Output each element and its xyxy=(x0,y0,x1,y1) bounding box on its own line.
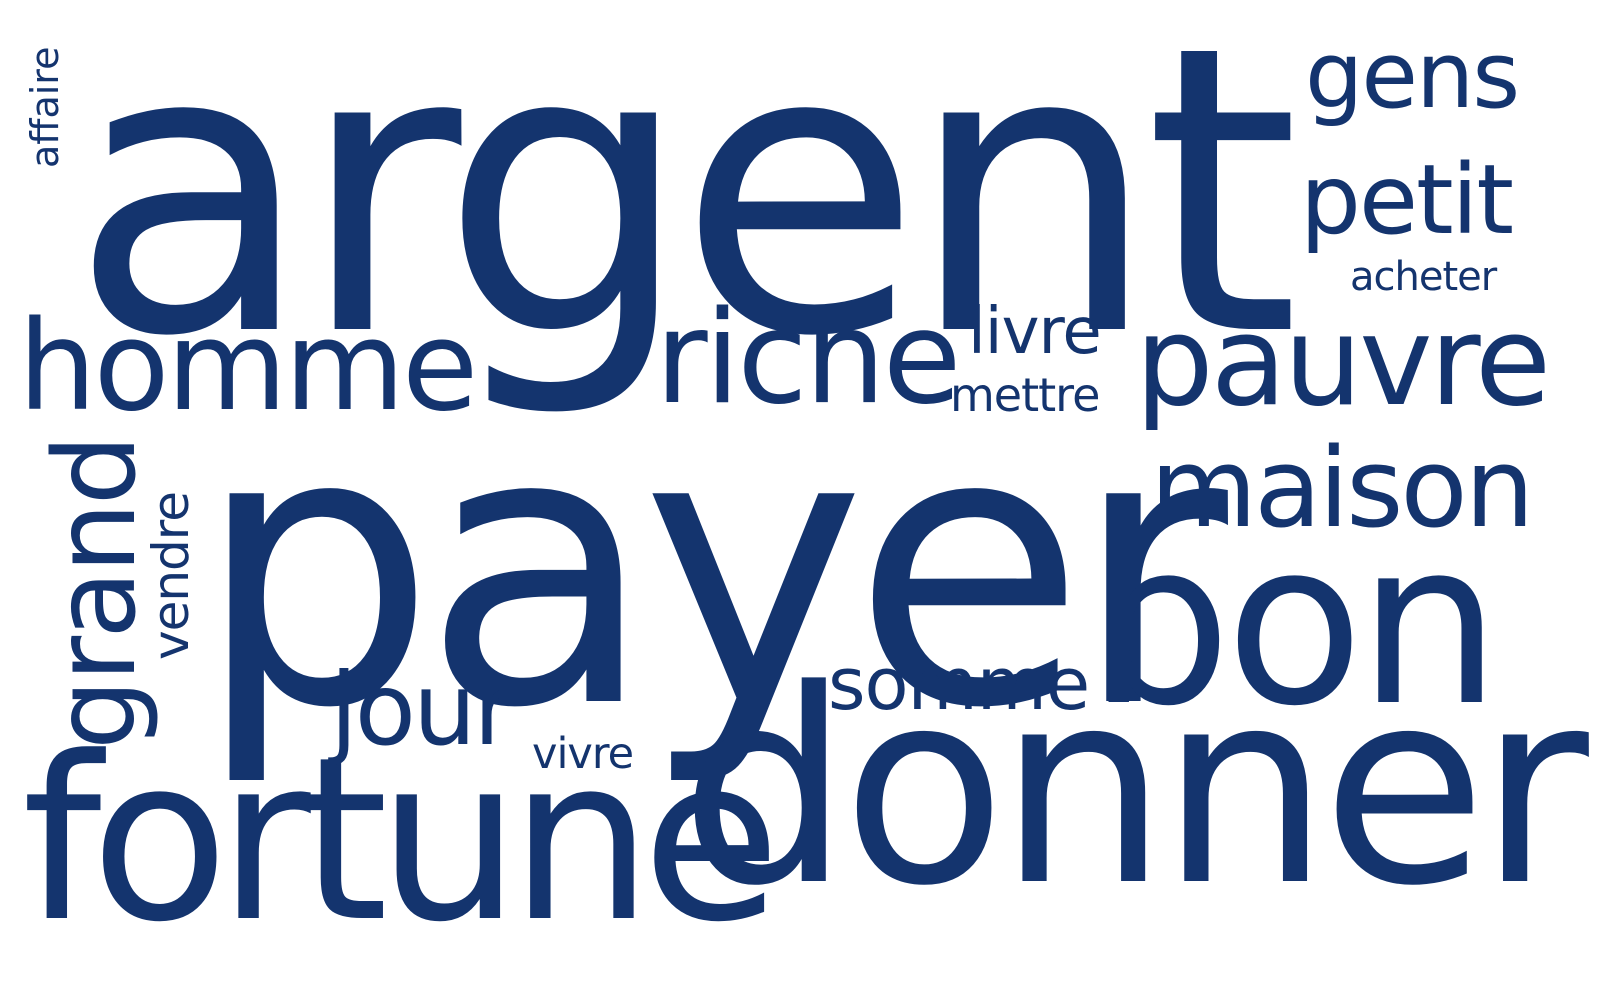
word-vendre: vendre xyxy=(142,492,200,660)
word-cloud: argent payer donner fortune bon pauvre r… xyxy=(0,0,1600,1000)
word-grand: grand xyxy=(31,437,161,750)
word-livre: livre xyxy=(968,295,1102,369)
word-riche: riche xyxy=(655,284,961,433)
word-acheter: acheter xyxy=(1350,254,1497,300)
word-petit: petit xyxy=(1300,144,1514,256)
word-somme: somme xyxy=(828,642,1090,726)
word-maison: maison xyxy=(1150,424,1534,552)
word-jour: jour xyxy=(330,651,514,768)
word-vivre: vivre xyxy=(532,729,634,779)
word-affaire: affaire xyxy=(23,46,67,168)
word-homme: homme xyxy=(18,295,478,439)
word-gens: gens xyxy=(1305,22,1520,129)
word-mettre: mettre xyxy=(950,368,1100,422)
word-pauvre: pauvre xyxy=(1135,290,1551,434)
